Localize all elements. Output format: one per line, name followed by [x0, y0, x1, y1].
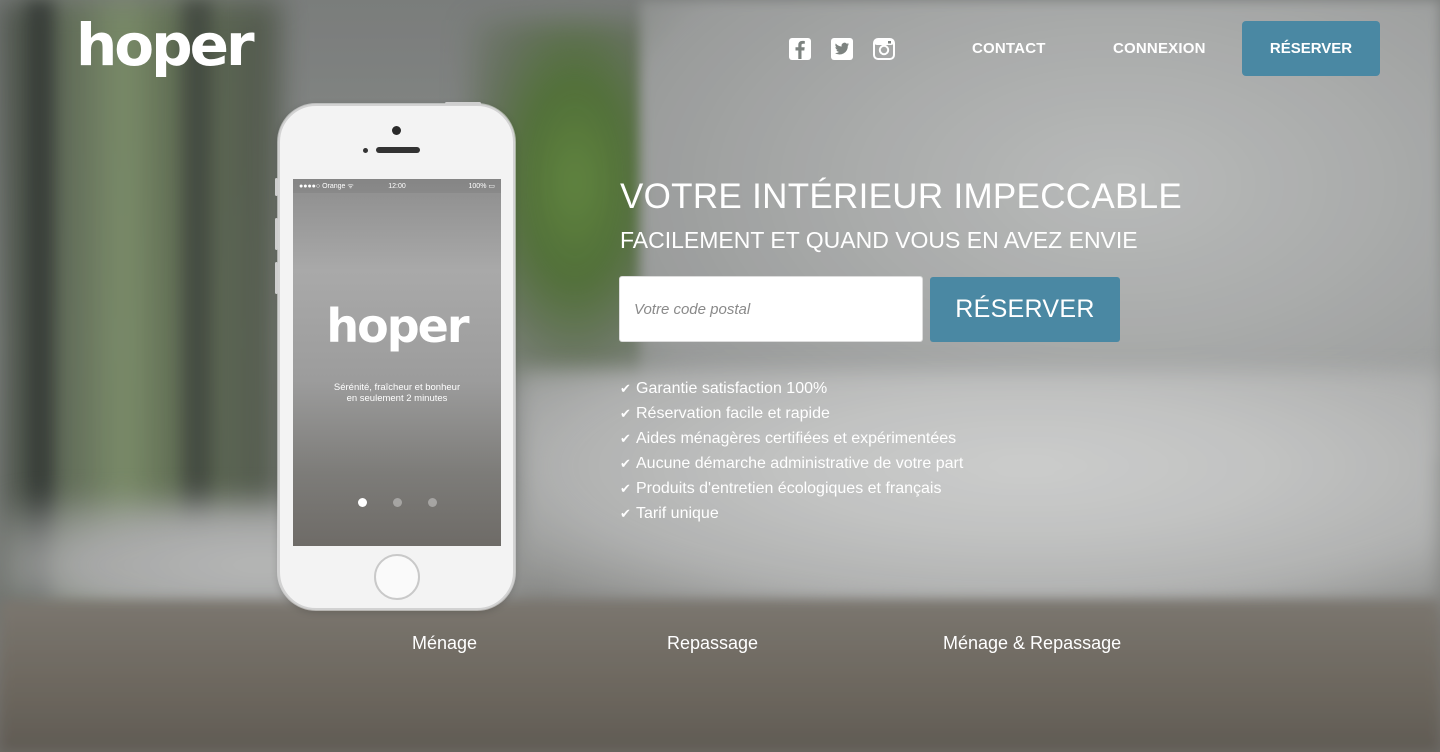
feature-text: Aucune démarche administrative de votre …: [636, 454, 964, 472]
carousel-dot: [427, 498, 437, 507]
phone-top-button: [445, 102, 481, 105]
carousel-dots: [293, 498, 501, 507]
phone-mockup: ●●●●○ Orange ᯤ 12:00 100% ▭ hoper Séréni…: [275, 102, 515, 610]
carousel-dot: [357, 498, 367, 507]
feature-item: ✔ Produits d'entretien écologiques et fra…: [620, 476, 963, 501]
reserve-button[interactable]: RÉSERVER: [930, 277, 1120, 342]
check-icon: ✔: [620, 480, 631, 496]
feature-item: ✔ Garantie satisfaction 100%: [620, 376, 963, 401]
phone-camera: [392, 126, 401, 135]
status-battery: 100% ▭: [468, 183, 495, 190]
nav-contact-link[interactable]: CONTACT: [972, 40, 1046, 57]
phone-tagline-line: Sérénité, fraîcheur et bonheur: [333, 382, 461, 393]
check-icon: ✔: [620, 430, 631, 446]
nav-login-link[interactable]: CONNEXION: [1113, 40, 1206, 57]
phone-screen: ●●●●○ Orange ᯤ 12:00 100% ▭ hoper Séréni…: [293, 179, 501, 546]
check-icon: ✔: [620, 455, 631, 471]
phone-status-bar: ●●●●○ Orange ᯤ 12:00 100% ▭: [293, 179, 501, 193]
feature-item: ✔ Réservation facile et rapide: [620, 401, 963, 426]
status-time: 12:00: [388, 182, 406, 190]
check-icon: ✔: [620, 380, 631, 396]
carousel-dot: [392, 498, 402, 507]
phone-sensor: [363, 148, 368, 153]
phone-tagline-line: en seulement 2 minutes: [346, 393, 448, 404]
hero-title: VOTRE INTÉRIEUR IMPECCABLE: [620, 177, 1183, 216]
hero-subtitle: FACILEMENT ET QUAND VOUS EN AVEZ ENVIE: [620, 227, 1138, 253]
feature-text: Garantie satisfaction 100%: [636, 379, 828, 397]
status-carrier: ●●●●○ Orange ᯤ: [299, 182, 354, 190]
postal-code-input[interactable]: [619, 276, 923, 342]
feature-item: ✔ Aides ménagères certifiées et expérimen…: [620, 426, 963, 451]
phone-side-button: [275, 218, 278, 250]
feature-text: Tarif unique: [636, 504, 719, 522]
site-logo[interactable]: hoper: [76, 14, 255, 76]
phone-speaker: [376, 147, 420, 153]
phone-app-logo: hoper: [326, 299, 469, 353]
feature-text: Produits d'entretien écologiques et fran…: [636, 479, 942, 497]
twitter-icon[interactable]: [831, 38, 853, 60]
feature-text: Réservation facile et rapide: [636, 404, 830, 422]
instagram-icon[interactable]: [873, 38, 895, 60]
feature-list: ✔ Garantie satisfaction 100% ✔ Réservation …: [620, 376, 963, 526]
service-menage-link[interactable]: Ménage: [412, 633, 477, 654]
phone-tagline: Sérénité, fraîcheur et bonheur en seulem…: [293, 382, 501, 404]
facebook-icon[interactable]: [789, 38, 811, 60]
phone-home-button: [374, 554, 420, 600]
feature-item: ✔ Aucune démarche administrative de votre…: [620, 451, 963, 476]
check-icon: ✔: [620, 405, 631, 421]
header-reserve-button[interactable]: RÉSERVER: [1242, 21, 1380, 76]
service-menage-repassage-link[interactable]: Ménage & Repassage: [943, 633, 1121, 654]
check-icon: ✔: [620, 505, 631, 521]
phone-side-button: [275, 262, 278, 294]
phone-side-button: [275, 178, 278, 196]
feature-text: Aides ménagères certifiées et expériment…: [636, 429, 957, 447]
feature-item: ✔ Tarif unique: [620, 501, 963, 526]
service-repassage-link[interactable]: Repassage: [667, 633, 758, 654]
